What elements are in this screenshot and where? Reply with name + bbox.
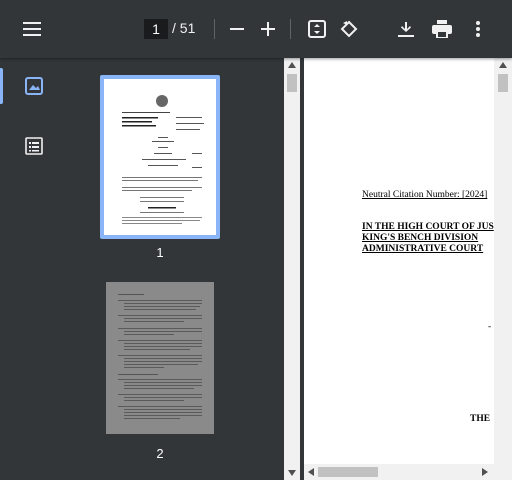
document-viewer: Neutral Citation Number: [2024] IN THE H… xyxy=(304,58,512,480)
print-icon[interactable] xyxy=(430,17,454,41)
court-heading-line2: KING'S BENCH DIVISION xyxy=(362,233,479,243)
menu-icon[interactable] xyxy=(20,17,44,41)
sidebar-scrollbar-thumb[interactable] xyxy=(287,74,297,92)
text-fragment: - xyxy=(488,322,492,332)
fit-page-icon[interactable] xyxy=(305,17,329,41)
sidebar-rail xyxy=(0,58,64,480)
zoom-in-icon[interactable] xyxy=(256,17,280,41)
court-heading-line3: ADMINISTRATIVE COURT xyxy=(362,244,484,254)
sidebar-scrollbar[interactable] xyxy=(284,58,300,480)
document-horizontal-scrollbar[interactable] xyxy=(304,464,512,480)
document-page: Neutral Citation Number: [2024] IN THE H… xyxy=(304,58,494,464)
scroll-up-arrow-icon[interactable] xyxy=(288,62,296,68)
outline-icon[interactable] xyxy=(20,132,48,160)
vertical-scrollbar-thumb[interactable] xyxy=(498,74,508,92)
scroll-up-arrow-icon[interactable] xyxy=(499,62,507,68)
toolbar-divider xyxy=(290,19,291,39)
page-thumbnail-2[interactable] xyxy=(106,282,214,434)
neutral-citation: Neutral Citation Number: [2024] xyxy=(362,190,488,200)
zoom-out-icon[interactable] xyxy=(225,17,249,41)
more-vert-icon[interactable] xyxy=(466,17,490,41)
page-thumbnail-image xyxy=(104,79,216,235)
horizontal-scrollbar-thumb[interactable] xyxy=(318,467,378,477)
scroll-down-arrow-icon[interactable] xyxy=(288,470,296,476)
rotate-icon[interactable] xyxy=(337,17,361,41)
page-thumbnail-1[interactable] xyxy=(100,75,220,239)
thumbnail-label: 1 xyxy=(156,245,164,260)
thumbnail-label: 2 xyxy=(156,446,164,461)
scroll-right-arrow-icon[interactable] xyxy=(482,468,488,476)
pdf-toolbar: 1 / 51 xyxy=(0,0,512,58)
document-vertical-scrollbar[interactable] xyxy=(494,58,512,464)
toolbar-divider xyxy=(214,19,215,39)
active-indicator xyxy=(0,68,3,104)
court-heading-line1: IN THE HIGH COURT OF JUS xyxy=(362,222,494,232)
page-total-label: / 51 xyxy=(172,20,196,36)
thumbnails-icon[interactable] xyxy=(20,72,48,100)
scroll-left-arrow-icon[interactable] xyxy=(308,468,314,476)
download-icon[interactable] xyxy=(394,17,418,41)
text-fragment: THE xyxy=(470,414,491,424)
page-number-input[interactable]: 1 xyxy=(144,19,168,39)
thumbnail-sidebar: 1 2 xyxy=(0,58,284,480)
